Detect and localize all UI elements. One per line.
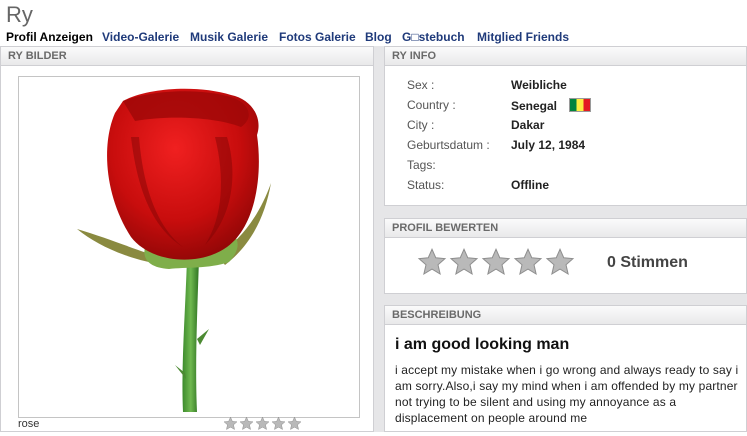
info-panel-heading: RY INFO: [385, 47, 746, 66]
info-label: Country :: [407, 98, 456, 112]
info-label: City :: [407, 118, 435, 132]
nav-blog[interactable]: Blog: [365, 30, 392, 44]
info-label: Geburtsdatum :: [407, 138, 490, 152]
nav-fotos-galerie[interactable]: Fotos Galerie: [279, 30, 356, 44]
star-icon[interactable]: [255, 416, 270, 431]
nav-profil-anzeigen[interactable]: Profil Anzeigen: [6, 30, 93, 44]
rose-image: [77, 88, 271, 412]
profile-rating-stars[interactable]: [417, 247, 577, 279]
info-value: Offline: [511, 178, 549, 192]
rating-panel-heading: PROFIL BEWERTEN: [385, 219, 746, 238]
star-icon[interactable]: [545, 247, 575, 277]
senegal-flag-icon: [569, 98, 592, 112]
description-text: i accept my mistake when i go wrong and …: [395, 363, 739, 425]
page-title: Ry: [6, 2, 33, 27]
photos-panel-heading: RY BILDER: [1, 47, 373, 66]
nav-gaestebuch[interactable]: G□stebuch: [402, 30, 465, 44]
photos-panel: RY BILDER rose: [0, 46, 374, 432]
star-icon[interactable]: [271, 416, 286, 431]
star-icon[interactable]: [417, 247, 447, 277]
description-panel-heading: BESCHREIBUNG: [385, 306, 746, 325]
star-icon[interactable]: [481, 247, 511, 277]
info-value: Dakar: [511, 118, 545, 132]
info-value: Senegal: [511, 98, 592, 113]
info-label: Status:: [407, 178, 445, 192]
nav-musik-galerie[interactable]: Musik Galerie: [190, 30, 268, 44]
nav-mitglied-friends[interactable]: Mitglied Friends: [477, 30, 569, 44]
description-panel: BESCHREIBUNG i am good looking man i acc…: [384, 305, 747, 432]
nav-video-galerie[interactable]: Video-Galerie: [102, 30, 179, 44]
profile-nav: Profil Anzeigen Video-Galerie Musik Gale…: [0, 28, 747, 46]
info-panel: RY INFO Sex : Weibliche Country : Senega…: [384, 46, 747, 206]
info-value: July 12, 1984: [511, 138, 586, 152]
photo-rating-stars[interactable]: [223, 416, 303, 432]
star-icon[interactable]: [287, 416, 302, 431]
profile-photo[interactable]: [18, 76, 360, 418]
photo-caption: rose: [18, 418, 40, 430]
star-icon[interactable]: [449, 247, 479, 277]
votes-count: 0 Stimmen: [607, 254, 688, 271]
info-label: Sex :: [407, 78, 435, 92]
star-icon[interactable]: [239, 416, 254, 431]
info-value: Weibliche: [511, 78, 567, 92]
info-label: Tags:: [407, 158, 436, 172]
rating-panel: PROFIL BEWERTEN 0 Stimmen: [384, 218, 747, 294]
description-title: i am good looking man: [395, 336, 570, 353]
country-name: Senegal: [511, 99, 558, 113]
star-icon[interactable]: [513, 247, 543, 277]
star-icon[interactable]: [223, 416, 238, 431]
info-row-country: Country : Senegal: [407, 98, 737, 114]
